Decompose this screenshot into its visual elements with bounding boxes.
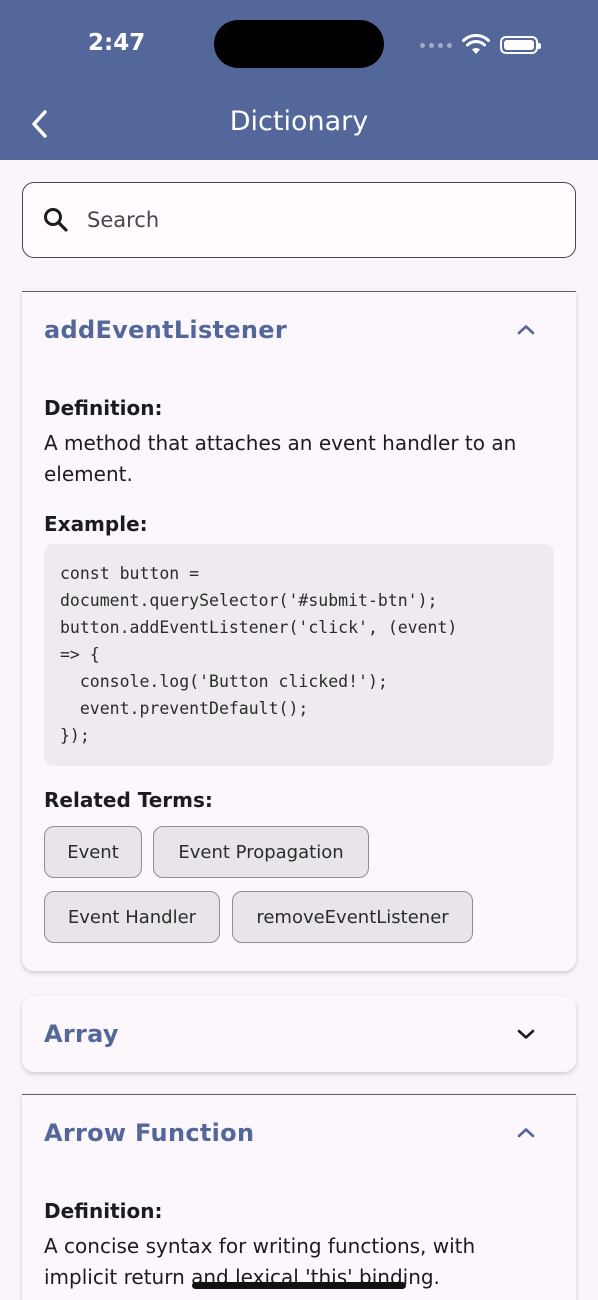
chevron-down-icon[interactable] (514, 1022, 538, 1046)
search-icon (41, 205, 71, 235)
entry-card-array[interactable]: Array (22, 996, 576, 1072)
example-code-block: const button = document.querySelector('#… (44, 544, 554, 766)
wifi-icon (462, 34, 490, 54)
related-terms-label: Related Terms: (44, 788, 213, 812)
entry-header[interactable]: Array (22, 996, 576, 1072)
definition-text: A method that attaches an event handler … (44, 431, 517, 486)
example-label: Example: (44, 512, 148, 536)
battery-icon (500, 36, 541, 54)
app-bar: 2:47 Dictionary (0, 0, 598, 160)
entry-card-addeventlistener: addEventListener Definition: A method th… (22, 291, 576, 971)
status-icons (420, 30, 541, 60)
status-time: 2:47 (88, 30, 146, 56)
entry-header[interactable]: Arrow Function (22, 1095, 576, 1171)
chevron-up-icon[interactable] (514, 1121, 538, 1145)
related-term-chip[interactable]: Event Propagation (153, 826, 369, 878)
home-indicator (192, 1282, 406, 1289)
entry-header[interactable]: addEventListener (22, 292, 576, 368)
related-term-chip[interactable]: Event (44, 826, 142, 878)
related-term-chip[interactable]: removeEventListener (232, 891, 473, 943)
entry-term: Arrow Function (44, 1119, 255, 1147)
signal-dots-icon (420, 42, 452, 48)
page-title: Dictionary (229, 106, 369, 137)
definition-label: Definition: (44, 1199, 163, 1223)
definition-label: Definition: (44, 396, 163, 420)
entry-card-arrow-function: Arrow Function Definition: A concise syn… (22, 1094, 576, 1300)
entry-term: addEventListener (44, 316, 287, 344)
entry-term: Array (44, 1020, 119, 1048)
chevron-up-icon[interactable] (514, 318, 538, 342)
related-term-chip[interactable]: Event Handler (44, 891, 220, 943)
search-bar[interactable] (22, 182, 576, 258)
dynamic-island (214, 20, 384, 68)
search-input[interactable] (87, 208, 527, 232)
